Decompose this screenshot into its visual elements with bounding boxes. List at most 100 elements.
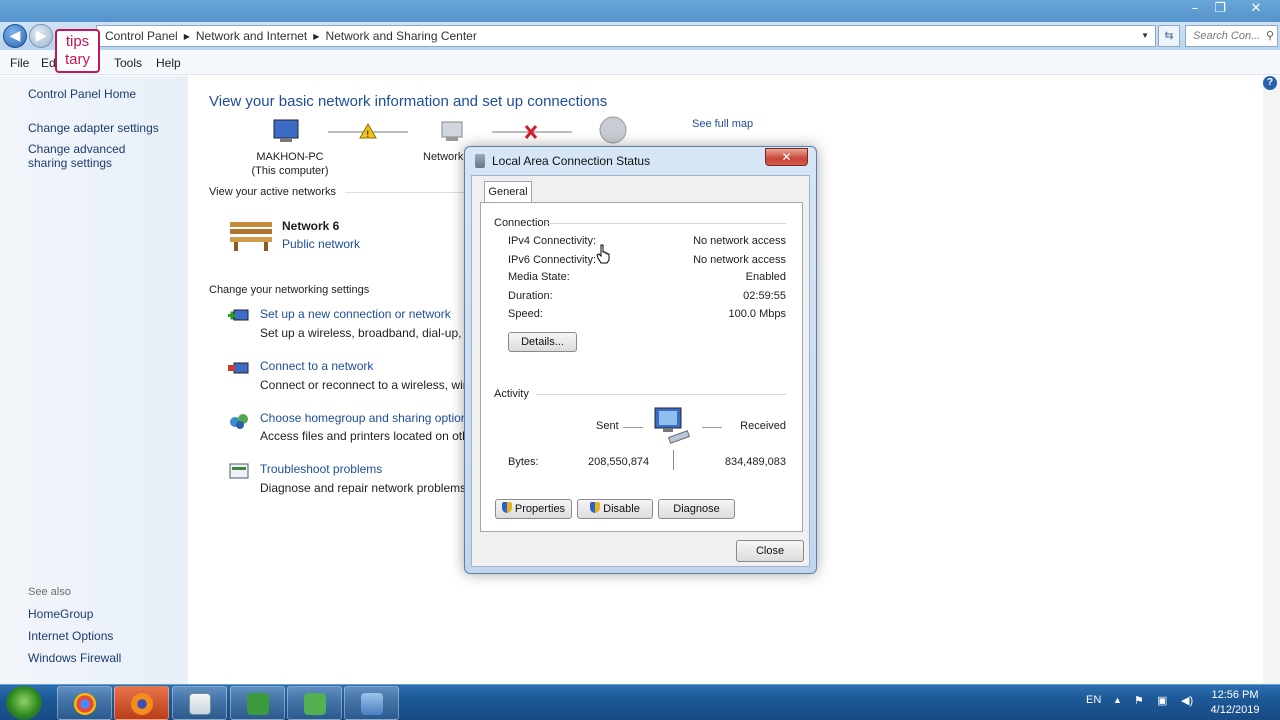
sent-line <box>623 427 643 428</box>
volume-icon[interactable]: ◀) <box>1181 694 1193 707</box>
logo-line1: tips <box>65 33 90 50</box>
camtasia-recorder-icon <box>304 693 326 715</box>
back-button[interactable]: ◀ <box>3 24 27 48</box>
details-button[interactable]: Details... <box>508 332 577 352</box>
internet-globe-icon[interactable] <box>599 116 627 144</box>
homegroup-options-link[interactable]: Choose homegroup and sharing options <box>260 411 473 425</box>
breadcrumb-network-internet[interactable]: Network and Internet <box>196 29 307 43</box>
bytes-sent-value: 208,550,874 <box>588 456 650 468</box>
camtasia-taskbar-button[interactable] <box>230 686 285 720</box>
breadcrumb-control-panel[interactable]: Control Panel <box>105 29 178 43</box>
divider <box>546 223 786 224</box>
network-name: Network 6 <box>282 219 340 233</box>
logo-line2: tary <box>64 51 90 68</box>
system-clock[interactable]: 12:56 PM 4/12/2019 <box>1200 688 1270 718</box>
troubleshoot-desc: Diagnose and repair network problems, o <box>260 481 465 495</box>
close-button[interactable]: Close <box>736 540 804 562</box>
see-full-map-link[interactable]: See full map <box>692 118 753 130</box>
windows-firewall-link[interactable]: Windows Firewall <box>28 651 121 665</box>
bench-icon[interactable] <box>228 216 274 252</box>
camtasia2-taskbar-button[interactable] <box>287 686 342 720</box>
network-node-label: Network <box>423 151 464 163</box>
restore-button[interactable]: ❐ <box>1207 0 1233 18</box>
media-state-label: Media State: <box>508 271 570 283</box>
menu-help[interactable]: Help <box>156 56 181 70</box>
computer-subtitle: (This computer) <box>251 165 329 177</box>
troubleshoot-icon <box>229 463 249 479</box>
ipv4-value: No network access <box>693 235 786 247</box>
change-settings-heading: Change your networking settings <box>209 284 370 296</box>
general-tab-panel: Connection IPv4 Connectivity: No network… <box>480 202 803 532</box>
svg-text:!: ! <box>366 130 370 140</box>
connect-network-desc: Connect or reconnect to a wireless, wire… <box>260 378 465 392</box>
action-center-icon[interactable]: ⚑ <box>1134 694 1144 707</box>
active-networks-heading: View your active networks <box>209 186 336 198</box>
computer-name: MAKHON-PC <box>256 151 324 163</box>
activity-group-heading: Activity <box>494 388 529 400</box>
scrollbar[interactable] <box>1263 76 1280 684</box>
disable-button[interactable]: Disable <box>577 499 653 519</box>
firefox-taskbar-button[interactable] <box>114 686 169 720</box>
refresh-button[interactable]: ⇆ <box>1158 25 1180 47</box>
menu-bar: File Ed Tools Help <box>0 50 1280 75</box>
address-bar[interactable]: Control Panel ▶ Network and Internet ▶ Netwo… <box>96 25 1156 47</box>
duration-value: 02:59:55 <box>743 290 786 302</box>
change-advanced-sharing-link[interactable]: Change advanced sharing settings <box>28 142 168 170</box>
troubleshoot-link[interactable]: Troubleshoot problems <box>260 462 382 476</box>
taskbar: EN ▲ ⚑ ▣ ◀) 12:56 PM 4/12/2019 <box>0 684 1280 720</box>
internet-options-link[interactable]: Internet Options <box>28 629 113 643</box>
connection-icon <box>475 154 485 168</box>
search-input[interactable]: Search Con... ⚲ <box>1185 25 1278 47</box>
firefox-icon <box>131 693 153 715</box>
menu-tools[interactable]: Tools <box>114 56 142 70</box>
dialog-close-x-button[interactable]: ✕ <box>765 148 808 166</box>
change-adapter-settings-link[interactable]: Change adapter settings <box>28 121 159 135</box>
shield-icon <box>501 502 512 513</box>
tab-general[interactable]: General <box>484 181 532 203</box>
help-icon[interactable]: ? <box>1263 76 1277 90</box>
bytes-label: Bytes: <box>508 456 539 468</box>
network-type-link[interactable]: Public network <box>282 237 360 251</box>
computer-icon[interactable] <box>273 119 299 142</box>
shield-icon <box>590 502 601 513</box>
chrome-taskbar-button[interactable] <box>57 686 112 720</box>
setup-connection-desc: Set up a wireless, broadband, dial-up, a… <box>260 326 465 340</box>
hand-cursor-icon <box>596 244 610 264</box>
new-connection-icon <box>228 309 249 321</box>
connect-network-link[interactable]: Connect to a network <box>260 359 373 373</box>
properties-button[interactable]: Properties <box>495 499 572 519</box>
search-icon[interactable]: ⚲ <box>1266 26 1274 46</box>
divider <box>536 394 786 395</box>
control-panel-home-link[interactable]: Control Panel Home <box>28 87 136 101</box>
ipv4-label: IPv4 Connectivity: <box>508 235 597 247</box>
network-status-icon[interactable]: ▣ <box>1157 694 1167 707</box>
homegroup-options-desc: Access files and printers located on oth… <box>260 429 465 443</box>
menu-file[interactable]: File <box>10 56 29 70</box>
network-icon[interactable] <box>441 121 463 141</box>
show-hidden-icons[interactable]: ▲ <box>1113 695 1122 705</box>
media-state-value: Enabled <box>745 271 786 283</box>
tipstary-logo: tips tary <box>55 29 100 73</box>
chevron-right-icon[interactable]: ▶ <box>184 27 190 47</box>
forward-button[interactable]: ▶ <box>29 24 53 48</box>
control-panel-taskbar-button[interactable] <box>344 686 399 720</box>
speed-label: Speed: <box>508 308 543 320</box>
disable-label: Disable <box>603 503 640 515</box>
setup-connection-link[interactable]: Set up a new connection or network <box>260 307 451 321</box>
close-window-button[interactable]: ✕ <box>1243 0 1269 18</box>
received-line <box>702 427 722 428</box>
language-indicator[interactable]: EN <box>1086 694 1101 706</box>
address-dropdown-icon[interactable]: ▼ <box>1141 26 1149 46</box>
sent-label: Sent <box>596 420 619 432</box>
received-label: Received <box>740 420 786 432</box>
homegroup-link[interactable]: HomeGroup <box>28 607 93 621</box>
diagnose-button[interactable]: Diagnose <box>658 499 735 519</box>
start-button[interactable] <box>6 686 42 720</box>
breadcrumb-network-sharing[interactable]: Network and Sharing Center <box>325 29 476 43</box>
menu-edit[interactable]: Ed <box>41 56 56 70</box>
app-taskbar-button[interactable] <box>172 686 227 720</box>
control-panel-icon <box>361 693 383 715</box>
chevron-right-icon[interactable]: ▶ <box>313 27 319 47</box>
minimize-button[interactable]: – <box>1182 0 1208 18</box>
divider <box>345 192 465 193</box>
